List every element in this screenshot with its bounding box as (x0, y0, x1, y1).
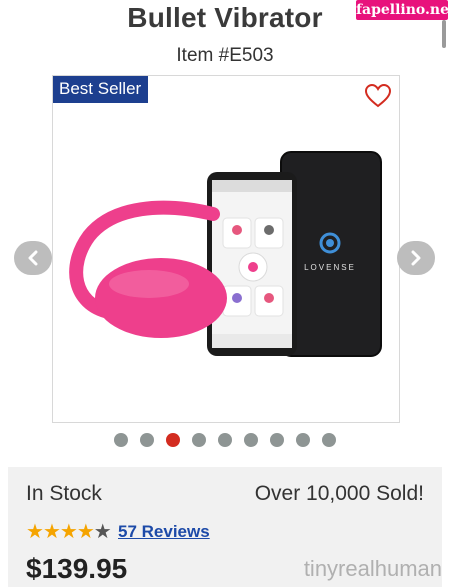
gallery-dot[interactable] (166, 433, 180, 447)
product-title: Bullet Vibrator (127, 2, 323, 33)
gallery-dot[interactable] (296, 433, 310, 447)
watermark-text: tinyrealhuman (303, 556, 442, 581)
star-icon: ★ (42, 521, 61, 543)
chevron-right-icon (411, 250, 421, 266)
product-image-frame: LOVENSE Best Seller (52, 75, 400, 423)
star-icon: ★ (93, 521, 112, 543)
gallery-dot[interactable] (114, 433, 128, 447)
star-icon: ★ (76, 521, 95, 543)
pink-vibrator (69, 200, 227, 338)
sold-count: Over 10,000 Sold! (254, 482, 424, 505)
next-image-button[interactable] (397, 241, 435, 275)
best-seller-badge: Best Seller (53, 76, 149, 103)
product-image: LOVENSE (69, 151, 382, 357)
heart-icon[interactable] (365, 84, 391, 108)
reviews-link[interactable]: 57 Reviews (118, 522, 210, 542)
gallery-dot[interactable] (244, 433, 258, 447)
previous-image-button[interactable] (14, 241, 52, 275)
gallery-dot[interactable] (140, 433, 154, 447)
gallery-dot[interactable] (218, 433, 232, 447)
star-icon: ★ (59, 521, 78, 543)
rating-stars: ★★★★★ (26, 519, 112, 544)
star-icon: ★ (26, 521, 44, 543)
item-number: Item #E503 (176, 45, 274, 66)
stock-status: In Stock (26, 482, 102, 505)
price: $139.95 (26, 553, 128, 584)
chevron-left-icon (28, 250, 38, 266)
gallery-dot[interactable] (270, 433, 284, 447)
phone-app (207, 172, 297, 356)
phone-brand-label: LOVENSE (304, 263, 356, 272)
gallery-dot[interactable] (322, 433, 336, 447)
gallery-pagination (0, 433, 450, 449)
gallery-dot[interactable] (192, 433, 206, 447)
